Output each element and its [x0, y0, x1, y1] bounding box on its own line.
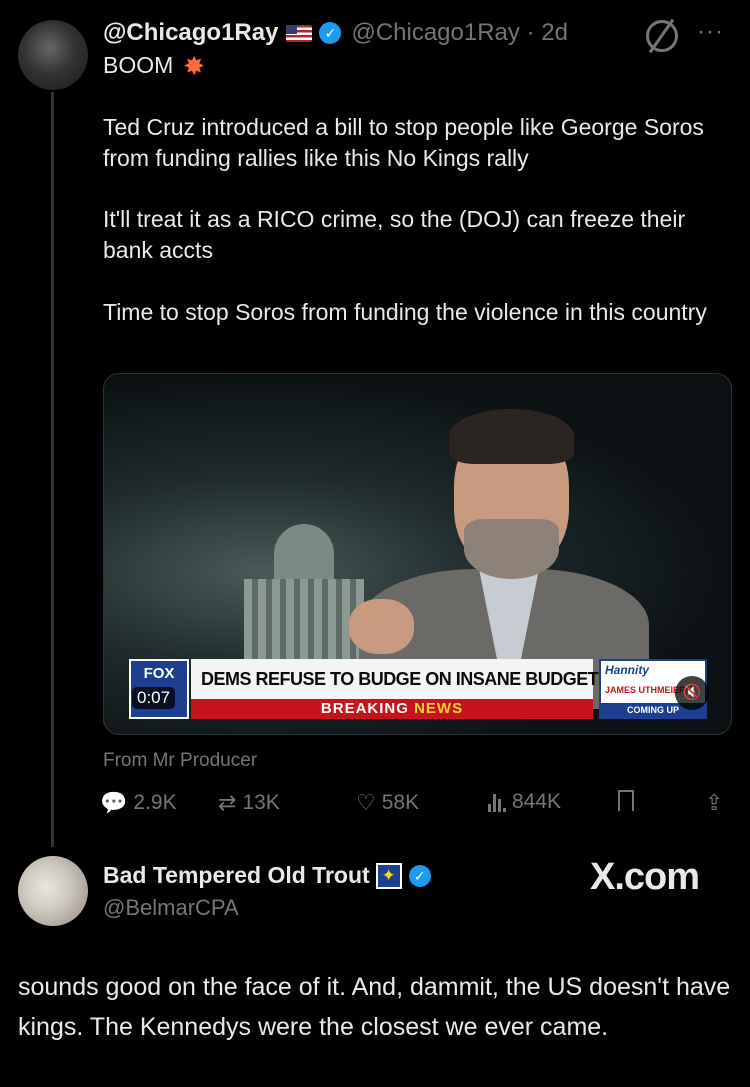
verified-badge-icon: ✓ — [408, 864, 431, 887]
breaking-word: BREAKING — [320, 700, 409, 717]
tweet-paragraph: Time to stop Soros from funding the viol… — [103, 299, 707, 325]
tweet-paragraph: It'll treat it as a RICO crime, so the (… — [103, 206, 686, 263]
handle-and-timestamp[interactable]: @Chicago1Ray · 2d — [351, 19, 567, 47]
bookmark-icon — [618, 790, 634, 814]
boom-text: BOOM — [103, 52, 174, 78]
repost-icon: ⇄ — [218, 790, 237, 815]
like-count: 58K — [381, 791, 420, 814]
news-lower-third: FOX DEMS REFUSE TO BUDGE ON INSANE BUDGE… — [129, 659, 707, 724]
like-button[interactable]: ♡ 58K — [356, 790, 419, 816]
repost-count: 13K — [242, 791, 280, 814]
tweet-actions: 💬 2.9K ⇄ 13K ♡ 58K 844K ⇪ — [100, 790, 730, 820]
us-flag-icon — [286, 24, 313, 42]
reply-text: sounds good on the face of it. And, damm… — [18, 973, 731, 1041]
video-source[interactable]: From Mr Producer — [103, 750, 257, 772]
views-button[interactable]: 844K — [488, 790, 561, 814]
reply-handle[interactable]: @BelmarCPA — [103, 895, 239, 921]
share-icon: ⇪ — [705, 790, 724, 815]
more-options-icon[interactable]: ··· — [697, 18, 724, 46]
reply-header: Bad Tempered Old Trout ✦ ✓ — [103, 862, 431, 889]
news-headline: DEMS REFUSE TO BUDGE ON INSANE BUDGET DE… — [191, 659, 691, 699]
verified-badge-icon: ✓ — [319, 22, 342, 44]
reply-display-name[interactable]: Bad Tempered Old Trout — [103, 862, 370, 889]
bookmark-button[interactable] — [618, 790, 634, 814]
repost-button[interactable]: ⇄ 13K — [218, 790, 280, 816]
speaker-graphic — [349, 394, 649, 709]
tweet-header: @Chicago1Ray ✓ @Chicago1Ray · 2d — [103, 16, 568, 50]
views-count: 844K — [512, 790, 562, 813]
share-button[interactable]: ⇪ — [705, 790, 729, 816]
show-logo: Hannity — [605, 663, 650, 677]
grok-icon[interactable] — [646, 20, 678, 52]
reply-avatar[interactable] — [18, 856, 88, 926]
news-word: NEWS — [414, 700, 464, 717]
reply-button[interactable]: 💬 2.9K — [100, 790, 177, 816]
heart-icon: ♡ — [356, 790, 376, 815]
x-watermark: X.com — [590, 856, 700, 898]
tweet-paragraph: Ted Cruz introduced a bill to stop peopl… — [103, 114, 704, 171]
tweet-first-line: BOOM ✸ — [103, 52, 205, 79]
display-name[interactable]: @Chicago1Ray — [103, 19, 278, 47]
guest-name: JAMES UTHMEIER — [605, 685, 686, 695]
video-timer: 0:07 — [132, 687, 176, 709]
reply-count: 2.9K — [133, 791, 177, 814]
sparkle-badge-icon: ✦ — [375, 862, 402, 889]
mute-icon[interactable]: 🔇 — [675, 676, 709, 710]
thread-line — [51, 92, 54, 847]
video-player[interactable]: FOX DEMS REFUSE TO BUDGE ON INSANE BUDGE… — [103, 373, 732, 735]
breaking-news-bar: BREAKING NEWS — [191, 699, 593, 719]
collision-emoji-icon: ✸ — [183, 50, 206, 81]
reply-icon: 💬 — [100, 790, 128, 815]
views-icon — [488, 792, 506, 812]
avatar[interactable] — [18, 20, 88, 90]
